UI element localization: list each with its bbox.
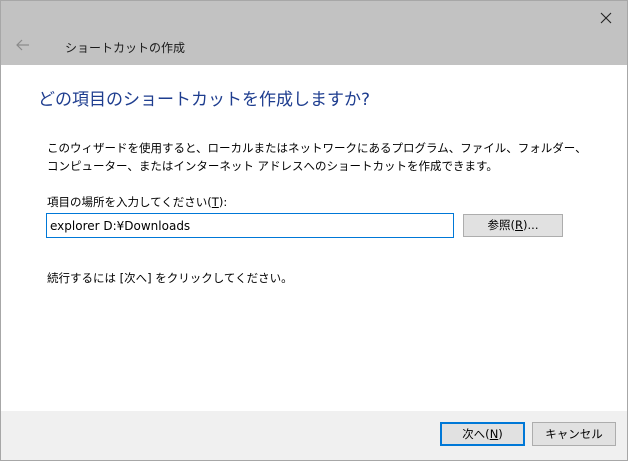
browse-label-suffix: )... [523, 218, 539, 232]
cancel-button[interactable]: キャンセル [532, 422, 616, 446]
location-label-prefix: 項目の場所を入力してください( [47, 195, 212, 209]
next-label-accesskey: N [489, 427, 499, 441]
location-label-accesskey: T [211, 195, 219, 209]
location-label: 項目の場所を入力してください(T): [47, 194, 227, 210]
shortcut-wizard-window: ショートカットの作成 どの項目のショートカットを作成しますか? このウィザードを… [0, 0, 628, 461]
continue-hint: 続行するには [次へ] をクリックしてください。 [47, 271, 293, 285]
location-label-suffix: ): [218, 195, 228, 209]
next-button[interactable]: 次へ(N) [440, 422, 525, 446]
close-icon [600, 12, 612, 24]
close-button[interactable] [595, 7, 617, 29]
next-label-suffix: ) [498, 427, 503, 441]
next-label-prefix: 次へ( [462, 427, 490, 441]
back-arrow-icon [16, 39, 29, 51]
browse-button[interactable]: 参照(R)... [463, 214, 563, 237]
back-button[interactable] [15, 37, 31, 53]
wizard-title: ショートカットの作成 [65, 41, 186, 55]
wizard-content: どの項目のショートカットを作成しますか? このウィザードを使用すると、ローカルま… [1, 65, 627, 411]
wizard-footer: 次へ(N) キャンセル [1, 411, 627, 460]
browse-label-prefix: 参照( [487, 218, 516, 232]
title-bar: ショートカットの作成 [1, 1, 627, 65]
location-input[interactable] [46, 213, 454, 238]
wizard-description: このウィザードを使用すると、ローカルまたはネットワークにあるプログラム、ファイル… [47, 141, 587, 173]
page-heading: どの項目のショートカットを作成しますか? [38, 90, 371, 110]
browse-label-accesskey: R [515, 218, 524, 232]
